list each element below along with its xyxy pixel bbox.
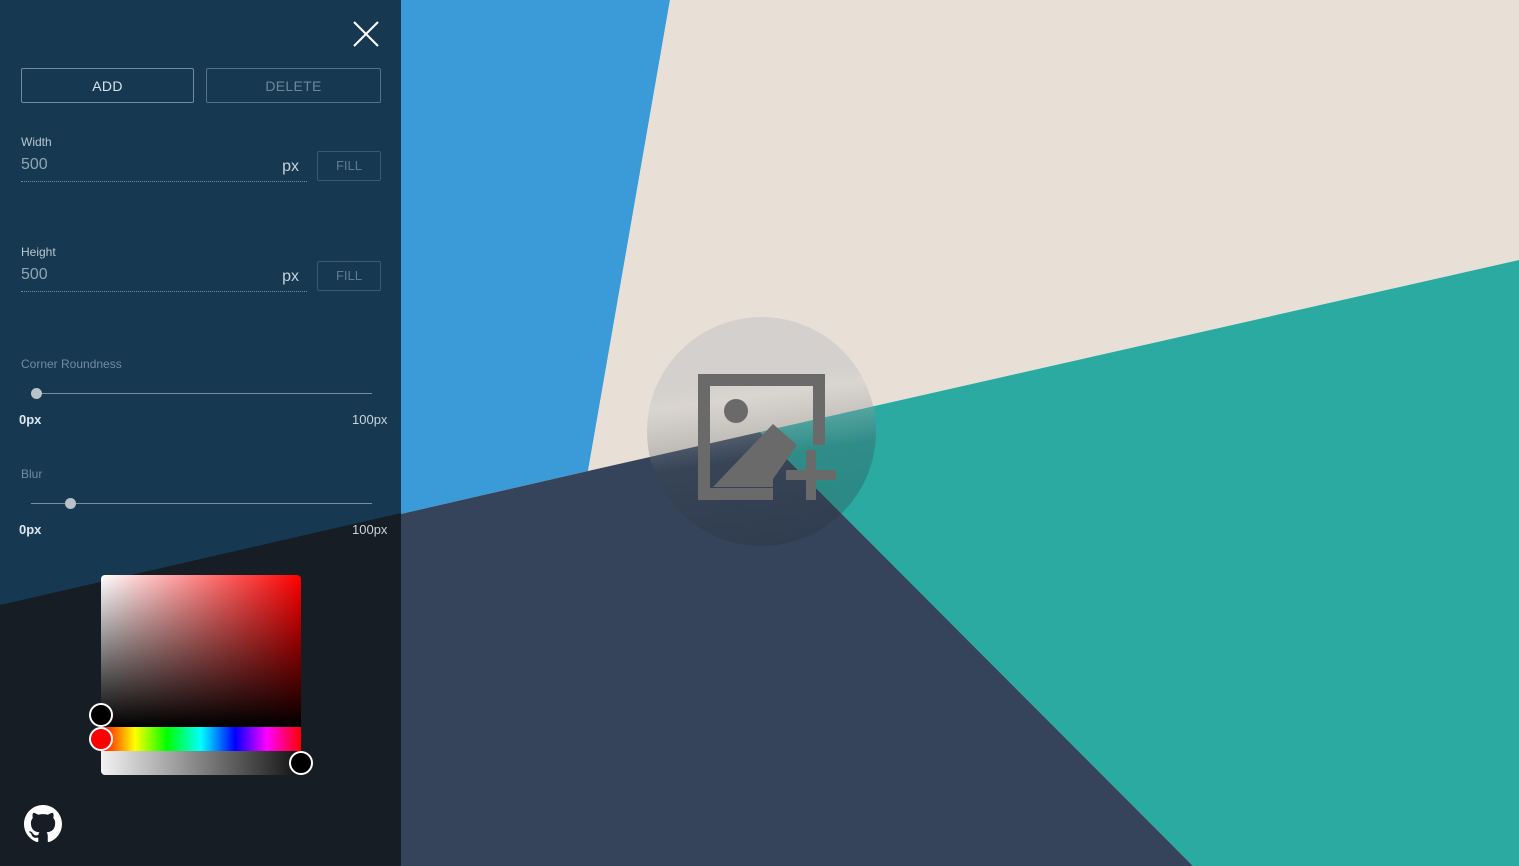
height-fill-button[interactable]: FILL	[317, 261, 381, 291]
width-value: 500	[21, 156, 48, 173]
color-saturation-brightness-area[interactable]	[101, 575, 301, 727]
corner-roundness-label: Corner Roundness	[21, 357, 122, 371]
width-label: Width	[21, 135, 52, 149]
blur-max: 100px	[352, 522, 388, 537]
height-value: 500	[21, 266, 48, 283]
app-stage: ADD DELETE Width 500 px FILL Height 500 …	[0, 0, 1519, 866]
add-button[interactable]: ADD	[21, 68, 194, 103]
color-sv-handle[interactable]	[89, 703, 113, 727]
corner-roundness-max: 100px	[352, 412, 388, 427]
delete-button[interactable]: DELETE	[206, 68, 381, 103]
width-fill-button[interactable]: FILL	[317, 151, 381, 181]
color-alpha-handle[interactable]	[289, 751, 313, 775]
height-label: Height	[21, 245, 56, 259]
github-icon[interactable]	[24, 805, 62, 843]
add-image-icon	[698, 374, 836, 500]
color-hue-handle[interactable]	[89, 727, 113, 751]
blur-thumb[interactable]	[64, 498, 76, 509]
height-field[interactable]: 500 px	[21, 262, 307, 292]
corner-roundness-thumb[interactable]	[30, 388, 42, 399]
add-image-button[interactable]	[647, 317, 876, 546]
settings-panel: ADD DELETE Width 500 px FILL Height 500 …	[0, 0, 401, 866]
corner-roundness-min: 0px	[19, 412, 42, 427]
height-unit: px	[282, 268, 299, 285]
width-field[interactable]: 500 px	[21, 152, 307, 182]
blur-min: 0px	[19, 522, 42, 537]
blur-slider[interactable]	[31, 503, 372, 504]
close-icon[interactable]	[348, 16, 384, 52]
color-alpha-slider[interactable]	[101, 751, 301, 775]
color-hue-slider[interactable]	[101, 727, 301, 751]
blur-label: Blur	[21, 467, 43, 481]
corner-roundness-slider[interactable]	[31, 393, 372, 394]
width-unit: px	[282, 158, 299, 175]
